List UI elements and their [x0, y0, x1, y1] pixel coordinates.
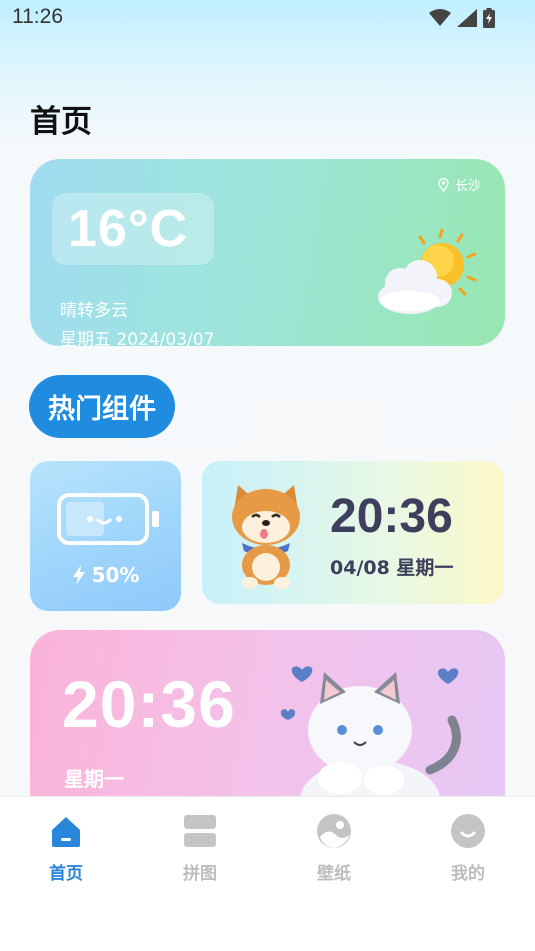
hot-widgets-button[interactable]: 热门组件	[29, 375, 175, 438]
bolt-icon	[72, 565, 85, 585]
wallpaper-icon	[317, 814, 351, 848]
tab-home-label: 首页	[49, 864, 83, 884]
home-icon	[52, 817, 80, 847]
signal-icon	[457, 9, 477, 27]
tab-wallpaper[interactable]: 壁纸	[294, 813, 374, 884]
location: 长沙	[438, 175, 481, 194]
status-time: 11:26	[12, 5, 63, 28]
tab-puzzle-label: 拼图	[183, 864, 217, 884]
weather-date: 星期五 2024/03/07	[60, 330, 215, 346]
shiba-clock-widget[interactable]: 20:36 04/08 星期一	[202, 461, 504, 604]
sun-cloud-icon	[378, 228, 477, 314]
battery-percent-value: 50%	[91, 563, 140, 587]
battery-status-icon	[483, 8, 495, 28]
cat-clock-weekday: 星期一	[64, 767, 124, 791]
location-label: 长沙	[454, 179, 481, 194]
puzzle-icon	[184, 815, 216, 847]
tab-profile-label: 我的	[451, 864, 485, 884]
profile-icon	[451, 814, 485, 848]
weather-card[interactable]: 16°C 晴转多云 星期五 2024/03/07 长沙	[30, 159, 505, 346]
shiba-clock-time: 20:36	[330, 490, 453, 543]
weather-description: 晴转多云	[60, 301, 128, 321]
cat-clock-time: 20:36	[62, 667, 236, 741]
tab-home[interactable]: 首页	[26, 813, 106, 884]
temperature: 16°C	[68, 200, 189, 258]
status-bar: 11:26	[0, 0, 535, 38]
status-icons	[429, 8, 495, 28]
wifi-icon	[429, 9, 451, 26]
battery-percent: 50%	[30, 563, 181, 587]
battery-face-icon	[57, 493, 159, 545]
tab-wallpaper-label: 壁纸	[317, 864, 351, 884]
battery-widget[interactable]: 50%	[30, 461, 181, 611]
tab-profile[interactable]: 我的	[428, 813, 508, 884]
tab-puzzle[interactable]: 拼图	[160, 813, 240, 884]
location-pin-icon	[438, 177, 449, 192]
page-title: 首页	[30, 104, 92, 140]
shiba-dog-image	[232, 485, 300, 589]
shiba-clock-date: 04/08 星期一	[330, 557, 454, 579]
bottom-tab-bar: 首页 拼图 壁纸 我的	[0, 796, 535, 951]
